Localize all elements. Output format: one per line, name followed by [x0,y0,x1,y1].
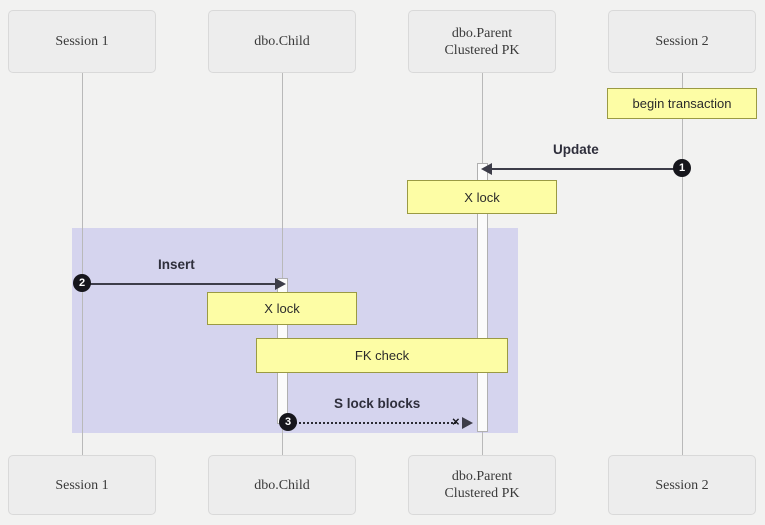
participant-footer-session1[interactable]: Session 1 [8,455,156,515]
session1-lifeline [82,73,83,455]
participant-footer-parent[interactable]: dbo.Parent Clustered PK [408,455,556,515]
session2-lifeline [682,73,683,455]
step-marker-2: 2 [73,274,91,292]
participant-footer-child[interactable]: dbo.Child [208,455,356,515]
child-x-lock-note: X lock [207,292,357,325]
sequence-diagram-canvas: Update Insert × S lock blocks begin transac… [0,0,765,525]
s-lock-blocks-message-label: S lock blocks [334,396,421,411]
update-message-label: Update [553,142,599,157]
participant-header-child[interactable]: dbo.Child [208,10,356,73]
update-message-line [492,168,682,170]
participant-header-session2[interactable]: Session 2 [608,10,756,73]
begin-transaction-note: begin transaction [607,88,757,119]
fk-check-note: FK check [256,338,508,373]
insert-message-label: Insert [158,257,195,272]
update-message-arrowhead [481,163,492,175]
parent-x-lock-note: X lock [407,180,557,214]
insert-message-line [82,283,275,285]
participant-header-session1[interactable]: Session 1 [8,10,156,73]
highlight-region [72,228,518,433]
s-lock-blocks-message-block-symbol: × [452,414,460,429]
participant-footer-session2[interactable]: Session 2 [608,455,756,515]
insert-message-arrowhead [275,278,286,290]
s-lock-blocks-message-line [288,422,456,424]
participant-header-parent[interactable]: dbo.Parent Clustered PK [408,10,556,73]
s-lock-blocks-message-arrowhead [462,417,473,429]
step-marker-1: 1 [673,159,691,177]
step-marker-3: 3 [279,413,297,431]
